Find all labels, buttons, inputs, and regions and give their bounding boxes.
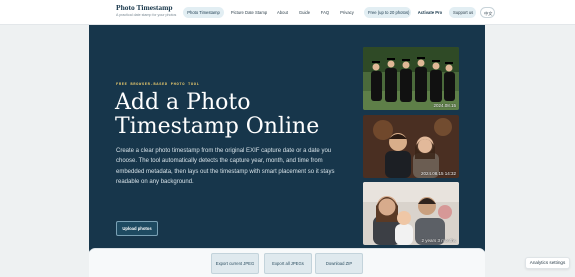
upload-photos-button[interactable]: Upload photos (116, 221, 158, 236)
free-plan-button[interactable]: Free (up to 20 photos) (364, 7, 411, 18)
hero-eyebrow: FREE BROWSER-BASED PHOTO TOOL (116, 83, 200, 87)
hero-description: Create a clear photo timestamp from the … (116, 148, 335, 186)
photo-stamp-datetime: 2024.08.15 14:32 (420, 171, 456, 176)
sample-photo-graduation: 2024.08.15 (363, 47, 459, 110)
nav-about[interactable]: About (274, 7, 291, 18)
graduation-photo-image (363, 47, 459, 110)
export-current-button[interactable]: Export current JPEG (211, 253, 259, 274)
export-all-button[interactable]: Export all JPEGs (264, 253, 312, 274)
export-toolbar: Export current JPEG Export all JPEGs Dow… (89, 248, 485, 277)
export-all-label: Export all JPEGs (272, 261, 304, 266)
nav-guide[interactable]: Guide (296, 7, 313, 18)
nav-privacy[interactable]: Privacy (337, 7, 357, 18)
main-nav: Photo Timestamp Picture Date Stamp About… (0, 7, 575, 18)
couple-photo-image (363, 115, 459, 178)
activate-pro-button[interactable]: Activate Pro (416, 7, 444, 18)
nav-picture-date-stamp[interactable]: Picture Date Stamp (229, 7, 269, 18)
language-toggle[interactable]: 中文 (480, 7, 495, 18)
sample-photo-couple: 2024.08.15 14:32 (363, 115, 459, 178)
nav-faq[interactable]: FAQ (318, 7, 332, 18)
photo-stamp-age: 2 years 3 months (421, 238, 456, 243)
hero-title: Add a Photo Timestamp Online (115, 90, 320, 139)
support-button[interactable]: Support us (449, 7, 476, 18)
hero-panel: FREE BROWSER-BASED PHOTO TOOL Add a Phot… (89, 25, 485, 257)
download-zip-label: Download ZIP (325, 261, 353, 266)
analytics-settings-button[interactable]: Analytics settings (525, 257, 570, 269)
photo-stamp-date: 2024.08.15 (433, 103, 456, 108)
sample-photo-family: 2 years 3 months (363, 182, 459, 245)
export-current-label: Export current JPEG (215, 261, 255, 266)
nav-photo-timestamp[interactable]: Photo Timestamp (183, 7, 224, 18)
site-header: Photo Timestamp A practical date stamp f… (0, 0, 575, 25)
family-photo-image (363, 182, 459, 245)
download-zip-button[interactable]: Download ZIP (315, 253, 363, 274)
